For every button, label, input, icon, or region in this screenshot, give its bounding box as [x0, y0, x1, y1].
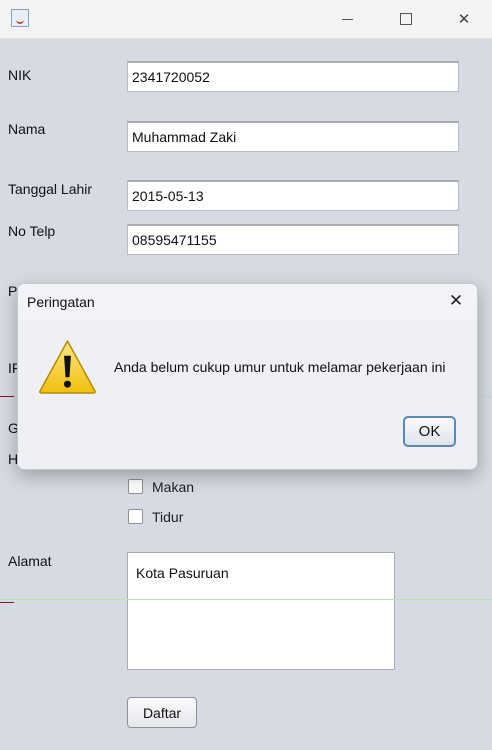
dialog-title: Peringatan	[27, 294, 95, 310]
ok-button[interactable]: OK	[403, 416, 456, 447]
guide-line	[0, 599, 492, 600]
checkbox-box[interactable]	[128, 479, 143, 494]
dialog-titlebar: Peringatan ✕	[18, 284, 477, 321]
warning-dialog: Peringatan ✕ Anda belum cukup umur untuk…	[17, 283, 478, 470]
warning-icon	[39, 340, 96, 394]
minimize-icon[interactable]	[334, 8, 360, 30]
dialog-message: Anda belum cukup umur untuk melamar peke…	[114, 359, 446, 375]
maximize-icon[interactable]	[392, 8, 418, 30]
nik-input[interactable]	[127, 61, 459, 92]
nama-input[interactable]	[127, 121, 459, 152]
tanggal-lahir-input[interactable]	[127, 180, 459, 211]
checkbox-label: Makan	[152, 479, 195, 495]
daftar-button[interactable]: Daftar	[127, 697, 197, 728]
alamat-textarea[interactable]: Kota Pasuruan	[127, 552, 395, 670]
alamat-label: Alamat	[8, 553, 52, 569]
java-app-icon	[11, 9, 29, 27]
tanggal-lahir-label: Tanggal Lahir	[8, 181, 93, 197]
guide-mark	[0, 396, 14, 397]
nama-label: Nama	[8, 121, 46, 137]
partial-label-p: P	[8, 283, 18, 299]
close-icon[interactable]: ✕	[451, 8, 477, 30]
checkbox-label: Tidur	[152, 509, 184, 525]
window-titlebar: ✕	[0, 0, 492, 39]
no-telp-input[interactable]	[127, 224, 459, 255]
guide-mark	[0, 602, 14, 603]
checkbox-box[interactable]	[128, 509, 143, 524]
nik-label: NIK	[8, 67, 32, 83]
dialog-close-icon[interactable]: ✕	[445, 290, 467, 312]
no-telp-label: No Telp	[8, 223, 56, 239]
